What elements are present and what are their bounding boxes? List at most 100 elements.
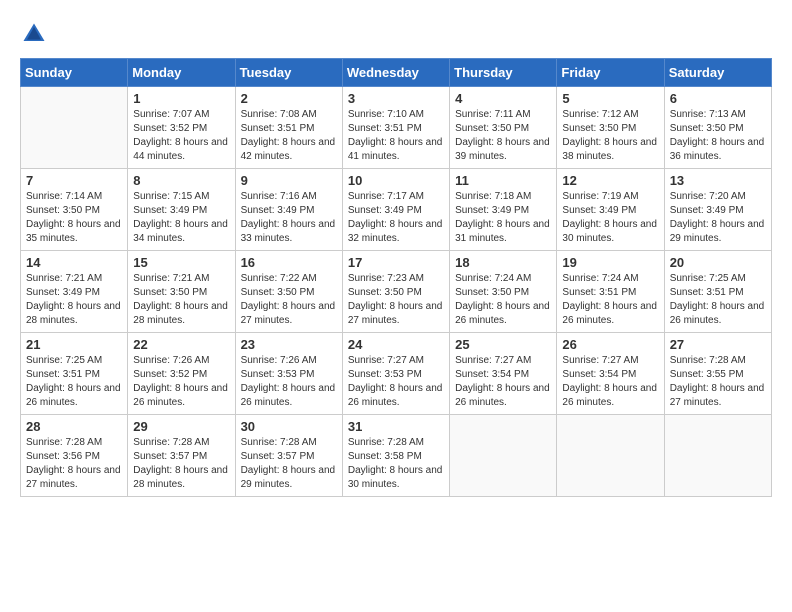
calendar-cell: 22Sunrise: 7:26 AM Sunset: 3:52 PM Dayli… xyxy=(128,333,235,415)
day-info: Sunrise: 7:14 AM Sunset: 3:50 PM Dayligh… xyxy=(26,190,122,246)
day-number: 25 xyxy=(455,337,551,352)
day-info: Sunrise: 7:15 AM Sunset: 3:49 PM Dayligh… xyxy=(133,190,229,246)
day-info: Sunrise: 7:28 AM Sunset: 3:57 PM Dayligh… xyxy=(133,436,229,492)
day-info: Sunrise: 7:27 AM Sunset: 3:54 PM Dayligh… xyxy=(562,354,658,410)
logo-icon xyxy=(20,20,48,48)
col-header-saturday: Saturday xyxy=(664,59,771,87)
day-info: Sunrise: 7:27 AM Sunset: 3:53 PM Dayligh… xyxy=(348,354,444,410)
day-number: 10 xyxy=(348,173,444,188)
day-info: Sunrise: 7:17 AM Sunset: 3:49 PM Dayligh… xyxy=(348,190,444,246)
calendar-cell: 12Sunrise: 7:19 AM Sunset: 3:49 PM Dayli… xyxy=(557,169,664,251)
day-number: 4 xyxy=(455,91,551,106)
day-number: 12 xyxy=(562,173,658,188)
day-info: Sunrise: 7:18 AM Sunset: 3:49 PM Dayligh… xyxy=(455,190,551,246)
day-info: Sunrise: 7:21 AM Sunset: 3:50 PM Dayligh… xyxy=(133,272,229,328)
day-info: Sunrise: 7:12 AM Sunset: 3:50 PM Dayligh… xyxy=(562,108,658,164)
day-number: 28 xyxy=(26,419,122,434)
calendar-cell: 3 Sunrise: 7:10 AM Sunset: 3:51 PM Daylig… xyxy=(342,87,449,169)
day-number: 2 xyxy=(241,91,337,106)
col-header-thursday: Thursday xyxy=(450,59,557,87)
day-number: 14 xyxy=(26,255,122,270)
logo xyxy=(20,20,52,48)
day-number: 29 xyxy=(133,419,229,434)
calendar-cell: 26 Sunrise: 7:27 AM Sunset: 3:54 PM Dayli… xyxy=(557,333,664,415)
day-number: 16 xyxy=(241,255,337,270)
calendar-cell: 8 Sunrise: 7:15 AM Sunset: 3:49 PM Daylig… xyxy=(128,169,235,251)
day-number: 27 xyxy=(670,337,766,352)
day-number: 17 xyxy=(348,255,444,270)
page-header xyxy=(20,20,772,48)
calendar-cell: 13 Sunrise: 7:20 AM Sunset: 3:49 PM Dayli… xyxy=(664,169,771,251)
day-number: 30 xyxy=(241,419,337,434)
calendar-cell xyxy=(664,415,771,497)
calendar-week-row: 14 Sunrise: 7:21 AM Sunset: 3:49 PM Dayli… xyxy=(21,251,772,333)
calendar-cell: 30 Sunrise: 7:28 AM Sunset: 3:57 PM Dayli… xyxy=(235,415,342,497)
calendar-cell: 10 Sunrise: 7:17 AM Sunset: 3:49 PM Dayli… xyxy=(342,169,449,251)
calendar-cell: 24 Sunrise: 7:27 AM Sunset: 3:53 PM Dayli… xyxy=(342,333,449,415)
day-info: Sunrise: 7:23 AM Sunset: 3:50 PM Dayligh… xyxy=(348,272,444,328)
calendar-cell: 25 Sunrise: 7:27 AM Sunset: 3:54 PM Dayli… xyxy=(450,333,557,415)
day-info: Sunrise: 7:11 AM Sunset: 3:50 PM Dayligh… xyxy=(455,108,551,164)
calendar-week-row: 1Sunrise: 7:07 AM Sunset: 3:52 PM Daylig… xyxy=(21,87,772,169)
day-info: Sunrise: 7:24 AM Sunset: 3:51 PM Dayligh… xyxy=(562,272,658,328)
calendar-cell: 1Sunrise: 7:07 AM Sunset: 3:52 PM Daylig… xyxy=(128,87,235,169)
day-number: 22 xyxy=(133,337,229,352)
day-number: 19 xyxy=(562,255,658,270)
calendar-cell: 27 Sunrise: 7:28 AM Sunset: 3:55 PM Dayli… xyxy=(664,333,771,415)
day-number: 3 xyxy=(348,91,444,106)
col-header-monday: Monday xyxy=(128,59,235,87)
day-info: Sunrise: 7:10 AM Sunset: 3:51 PM Dayligh… xyxy=(348,108,444,164)
day-number: 6 xyxy=(670,91,766,106)
calendar-cell xyxy=(557,415,664,497)
calendar-cell xyxy=(21,87,128,169)
day-number: 5 xyxy=(562,91,658,106)
day-number: 13 xyxy=(670,173,766,188)
calendar-cell xyxy=(450,415,557,497)
calendar-cell: 16 Sunrise: 7:22 AM Sunset: 3:50 PM Dayli… xyxy=(235,251,342,333)
day-info: Sunrise: 7:28 AM Sunset: 3:57 PM Dayligh… xyxy=(241,436,337,492)
day-info: Sunrise: 7:28 AM Sunset: 3:55 PM Dayligh… xyxy=(670,354,766,410)
calendar-week-row: 7 Sunrise: 7:14 AM Sunset: 3:50 PM Daylig… xyxy=(21,169,772,251)
day-number: 7 xyxy=(26,173,122,188)
calendar-week-row: 28 Sunrise: 7:28 AM Sunset: 3:56 PM Dayli… xyxy=(21,415,772,497)
day-info: Sunrise: 7:22 AM Sunset: 3:50 PM Dayligh… xyxy=(241,272,337,328)
calendar-cell: 17 Sunrise: 7:23 AM Sunset: 3:50 PM Dayli… xyxy=(342,251,449,333)
day-info: Sunrise: 7:21 AM Sunset: 3:49 PM Dayligh… xyxy=(26,272,122,328)
day-info: Sunrise: 7:27 AM Sunset: 3:54 PM Dayligh… xyxy=(455,354,551,410)
day-info: Sunrise: 7:08 AM Sunset: 3:51 PM Dayligh… xyxy=(241,108,337,164)
day-number: 31 xyxy=(348,419,444,434)
day-info: Sunrise: 7:20 AM Sunset: 3:49 PM Dayligh… xyxy=(670,190,766,246)
day-info: Sunrise: 7:13 AM Sunset: 3:50 PM Dayligh… xyxy=(670,108,766,164)
day-number: 9 xyxy=(241,173,337,188)
calendar-cell: 7 Sunrise: 7:14 AM Sunset: 3:50 PM Daylig… xyxy=(21,169,128,251)
day-number: 11 xyxy=(455,173,551,188)
day-number: 24 xyxy=(348,337,444,352)
col-header-wednesday: Wednesday xyxy=(342,59,449,87)
day-number: 8 xyxy=(133,173,229,188)
calendar-cell: 20 Sunrise: 7:25 AM Sunset: 3:51 PM Dayli… xyxy=(664,251,771,333)
day-info: Sunrise: 7:25 AM Sunset: 3:51 PM Dayligh… xyxy=(26,354,122,410)
day-number: 26 xyxy=(562,337,658,352)
calendar-cell: 28 Sunrise: 7:28 AM Sunset: 3:56 PM Dayli… xyxy=(21,415,128,497)
calendar-header-row: SundayMondayTuesdayWednesdayThursdayFrid… xyxy=(21,59,772,87)
calendar-cell: 15 Sunrise: 7:21 AM Sunset: 3:50 PM Dayli… xyxy=(128,251,235,333)
calendar-cell: 19 Sunrise: 7:24 AM Sunset: 3:51 PM Dayli… xyxy=(557,251,664,333)
day-info: Sunrise: 7:25 AM Sunset: 3:51 PM Dayligh… xyxy=(670,272,766,328)
calendar-table: SundayMondayTuesdayWednesdayThursdayFrid… xyxy=(20,58,772,497)
day-number: 20 xyxy=(670,255,766,270)
day-info: Sunrise: 7:28 AM Sunset: 3:58 PM Dayligh… xyxy=(348,436,444,492)
day-info: Sunrise: 7:26 AM Sunset: 3:53 PM Dayligh… xyxy=(241,354,337,410)
calendar-cell: 31 Sunrise: 7:28 AM Sunset: 3:58 PM Dayli… xyxy=(342,415,449,497)
calendar-cell: 11 Sunrise: 7:18 AM Sunset: 3:49 PM Dayli… xyxy=(450,169,557,251)
calendar-cell: 9Sunrise: 7:16 AM Sunset: 3:49 PM Daylig… xyxy=(235,169,342,251)
calendar-cell: 4 Sunrise: 7:11 AM Sunset: 3:50 PM Daylig… xyxy=(450,87,557,169)
calendar-cell: 23Sunrise: 7:26 AM Sunset: 3:53 PM Dayli… xyxy=(235,333,342,415)
day-number: 18 xyxy=(455,255,551,270)
day-info: Sunrise: 7:28 AM Sunset: 3:56 PM Dayligh… xyxy=(26,436,122,492)
calendar-cell: 2 Sunrise: 7:08 AM Sunset: 3:51 PM Daylig… xyxy=(235,87,342,169)
calendar-cell: 5 Sunrise: 7:12 AM Sunset: 3:50 PM Daylig… xyxy=(557,87,664,169)
calendar-cell: 18Sunrise: 7:24 AM Sunset: 3:50 PM Dayli… xyxy=(450,251,557,333)
day-number: 1 xyxy=(133,91,229,106)
day-number: 15 xyxy=(133,255,229,270)
col-header-tuesday: Tuesday xyxy=(235,59,342,87)
